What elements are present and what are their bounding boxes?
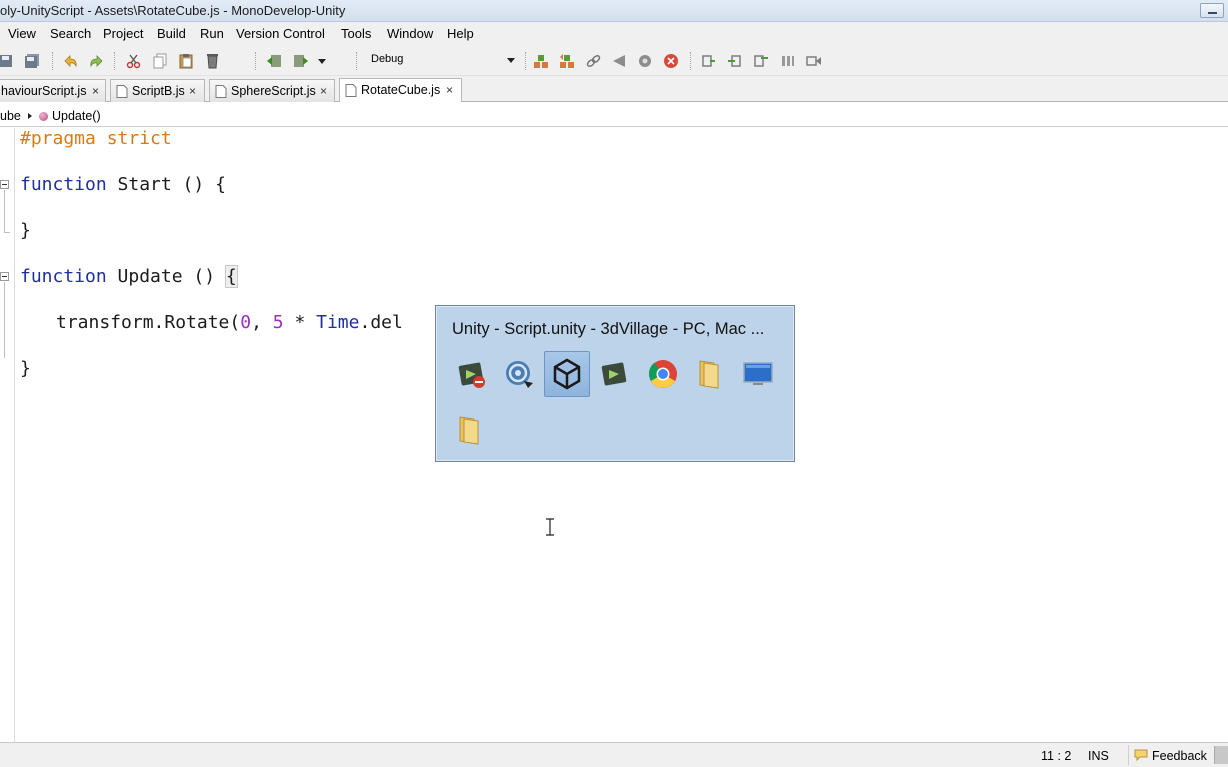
unity-icon[interactable] [544,351,590,397]
window-title: oly-UnityScript - Assets\RotateCube.js -… [0,3,346,18]
configuration-select[interactable]: Debug [363,52,519,70]
code-line-7: function Update () { [20,265,238,288]
paste-icon[interactable] [178,53,195,69]
delete-icon[interactable] [204,53,221,69]
breadcrumb-member[interactable]: Update() [52,109,101,123]
redo-icon[interactable] [88,53,105,69]
folder-icon[interactable] [689,354,729,394]
menu-build[interactable]: Build [157,26,186,41]
tab-label: SphereScript.js [231,84,316,98]
toolbar-separator [52,52,53,70]
document-tabs: haviourScript.js × ScriptB.js × SphereSc… [0,76,1228,102]
text-cursor-icon [546,518,554,536]
minimize-button[interactable] [1200,3,1224,18]
toolbar-separator [356,52,357,70]
pause-icon[interactable] [779,53,796,69]
copy-icon[interactable] [152,53,169,69]
configuration-label: Debug [371,53,404,65]
menu-search[interactable]: Search [50,26,91,41]
attach-icon[interactable] [585,53,602,69]
code-line-9: transform.Rotate(0, 5 * Time.del [56,312,403,333]
code-line-11: } [20,358,31,379]
continue-icon[interactable] [805,53,822,69]
fold-line [4,232,10,233]
chrome-icon[interactable] [643,354,683,394]
rebuild-icon[interactable] [559,53,576,69]
feedback-button[interactable]: Feedback [1128,745,1212,765]
tab-rotatecube[interactable]: RotateCube.js × [339,78,462,102]
tab-label: ScriptB.js [132,84,185,98]
step-out-icon[interactable] [753,53,770,69]
file-icon [345,84,357,97]
tab-label: haviourScript.js [1,84,87,98]
stop-icon[interactable] [663,53,680,69]
menu-bar: View Search Project Build Run Version Co… [0,22,1228,46]
toolbar-separator [690,52,691,70]
toolbar-separator [525,52,526,70]
file-icon [215,85,227,98]
unity-editor-icon[interactable] [595,354,635,394]
menu-view[interactable]: View [8,26,36,41]
unity-error-icon[interactable] [452,354,492,394]
chevron-down-icon[interactable] [316,53,328,69]
menu-project[interactable]: Project [103,26,143,41]
step-over-icon[interactable] [700,53,717,69]
folder-icon[interactable] [449,410,489,450]
tab-spherescript[interactable]: SphereScript.js × [209,79,335,102]
method-icon [39,112,48,121]
title-bar: oly-UnityScript - Assets\RotateCube.js -… [0,0,1228,22]
menu-tools[interactable]: Tools [341,26,371,41]
feedback-label: Feedback [1152,749,1207,763]
insert-mode: INS [1088,749,1109,763]
save-icon[interactable] [24,53,41,69]
tab-label: RotateCube.js [361,83,441,97]
chevron-down-icon [507,58,515,63]
tab-scriptb[interactable]: ScriptB.js × [110,79,205,102]
fold-toggle-icon[interactable] [0,272,9,281]
speech-bubble-icon [1134,749,1148,761]
chevron-right-icon [28,113,32,119]
menu-run[interactable]: Run [200,26,224,41]
code-line-3: function Start () { [20,174,226,195]
monodevelop-icon[interactable] [499,354,539,394]
code-line-5: } [20,220,31,241]
status-bar: 11 : 2 INS Feedback [0,742,1228,767]
close-icon[interactable]: × [446,83,453,97]
cursor-position: 11 : 2 [1041,749,1072,763]
toolbar-separator [114,52,115,70]
minimize-icon [1208,12,1217,14]
code-line-1: #pragma strict [20,128,172,149]
menu-window[interactable]: Window [387,26,433,41]
back-icon[interactable] [266,53,283,69]
menu-help[interactable]: Help [447,26,474,41]
resize-grip[interactable] [1214,746,1228,764]
file-icon [116,85,128,98]
toolbar-separator [255,52,256,70]
fold-line [4,282,5,358]
taskbar-window-popup[interactable]: Unity - Script.unity - 3dVillage - PC, M… [435,305,795,462]
popup-window-title[interactable]: Unity - Script.unity - 3dVillage - PC, M… [452,320,764,339]
fold-line [4,190,5,232]
monitor-icon[interactable] [738,354,778,394]
step-into-icon[interactable] [727,53,744,69]
toolbar: Debug [0,46,1228,76]
breadcrumb-class[interactable]: ube [0,109,21,123]
gutter-divider [14,128,15,742]
forward-icon[interactable] [292,53,309,69]
cut-icon[interactable] [125,53,142,69]
close-icon[interactable]: × [320,84,327,98]
run-icon[interactable] [611,53,628,69]
tab-behaviour-script[interactable]: haviourScript.js × [0,79,106,102]
build-icon[interactable] [533,53,550,69]
save-all-icon[interactable] [0,53,15,69]
close-icon[interactable]: × [189,84,196,98]
debug-icon[interactable] [637,53,654,69]
undo-icon[interactable] [62,53,79,69]
menu-version-control[interactable]: Version Control [236,26,325,41]
breadcrumb: ube Update() [0,103,1228,127]
close-icon[interactable]: × [92,84,99,98]
fold-toggle-icon[interactable] [0,180,9,189]
